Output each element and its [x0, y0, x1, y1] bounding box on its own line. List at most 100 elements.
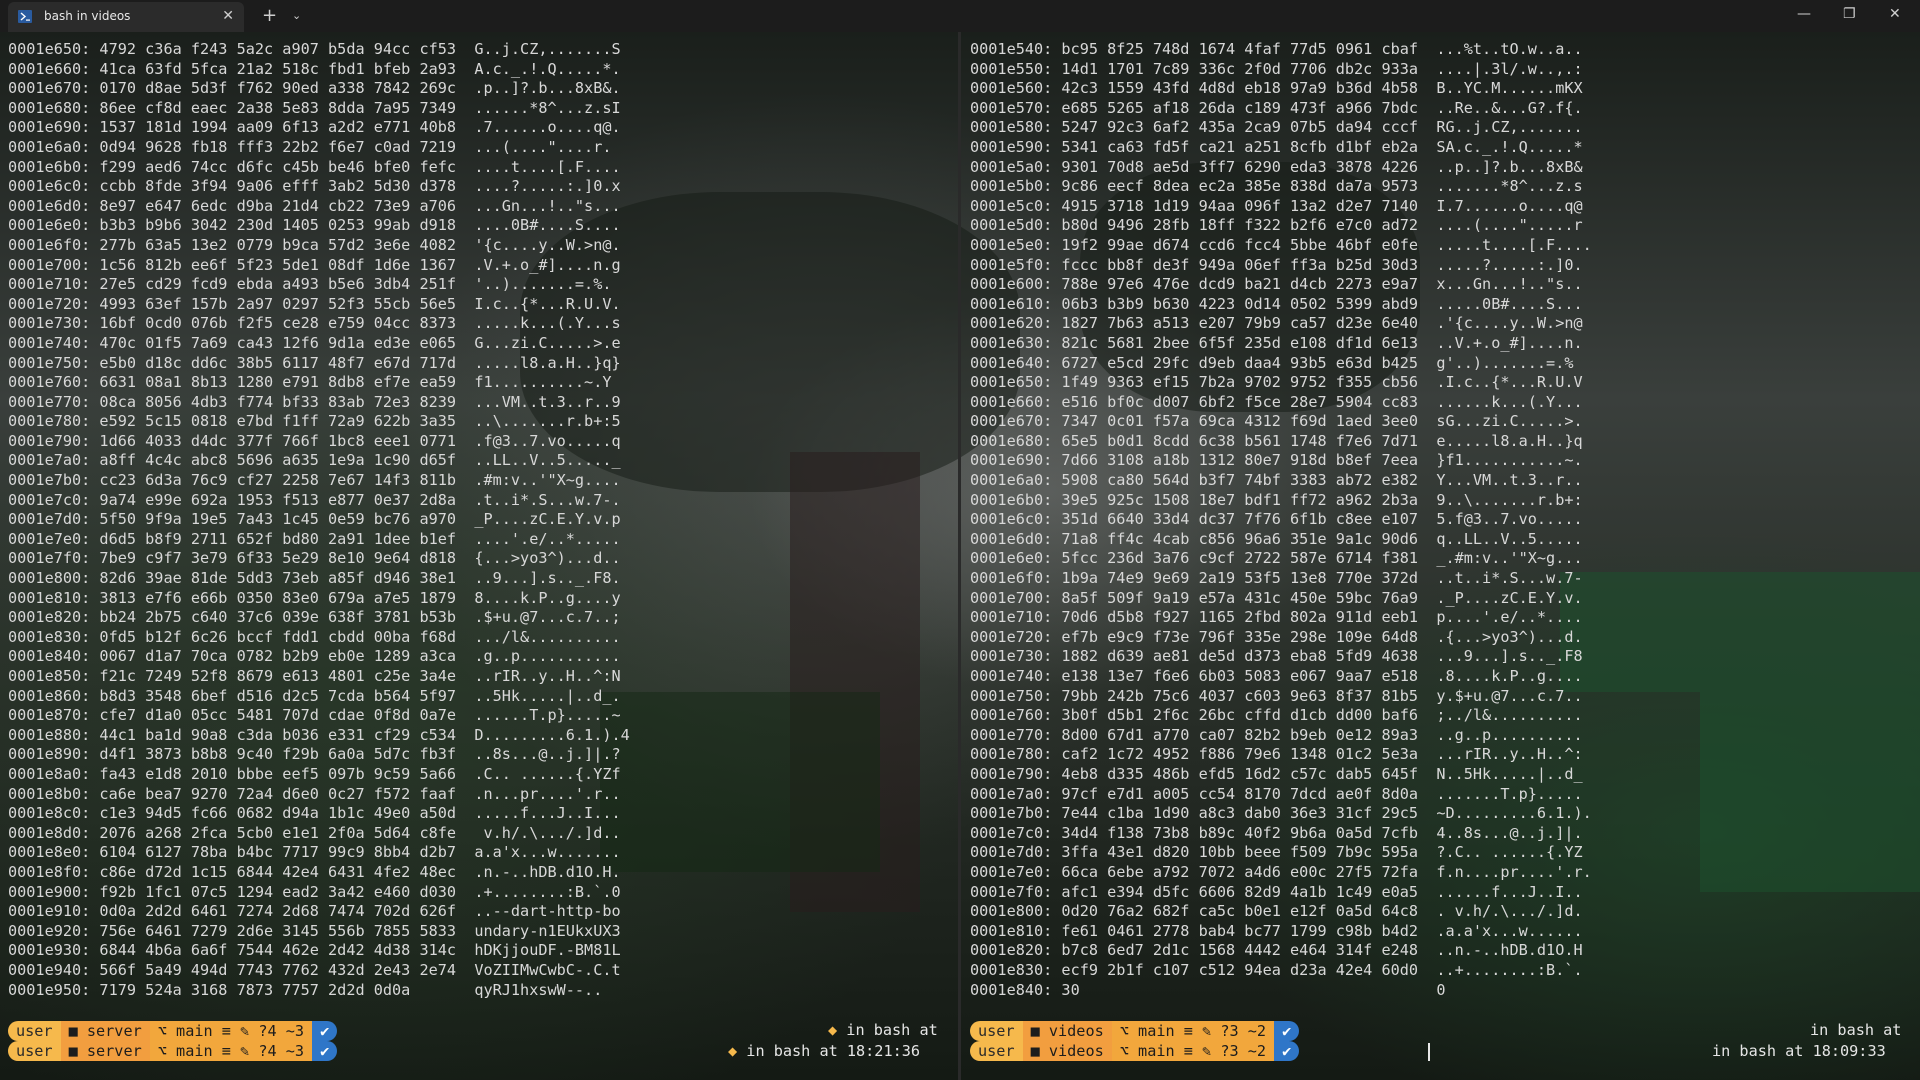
hexdump-line: 0001e820: b7c8 6ed7 2d1c 1568 4442 e464 …	[970, 941, 1583, 960]
hexdump-line: 0001e790: 1d66 4033 d4dc 377f 766f 1bc8 …	[8, 431, 621, 450]
hexdump-line: 0001e560: 42c3 1559 43fd 4d8d eb18 97a9 …	[970, 79, 1583, 98]
hexdump-line: 0001e8f0: c86e d72d 1c15 6844 42e4 6431 …	[8, 862, 621, 881]
hexdump-line: 0001e7d0: 5f50 9f9a 19e5 7a43 1c45 0e59 …	[8, 510, 621, 529]
new-tab-button[interactable]: +	[262, 5, 277, 26]
left-prompt-line-1: user ■ server ⌥ main ≡ ✎ ?4 ~3 ✔	[8, 1021, 338, 1041]
hexdump-line: 0001e800: 82d6 39ae 81de 5dd3 73eb a85f …	[8, 569, 621, 588]
hexdump-line: 0001e570: e685 5265 af18 26da c189 473f …	[970, 98, 1583, 117]
hexdump-line: 0001e660: 41ca 63fd 5fca 21a2 518c fbd1 …	[8, 59, 621, 78]
hexdump-line: 0001e840: 0067 d1a7 70ca 0782 b2b9 eb0e …	[8, 647, 621, 666]
hexdump-line: 0001e6e0: b3b3 b9b6 3042 230d 1405 0253 …	[8, 216, 621, 235]
hexdump-line: 0001e770: 08ca 8056 4db3 f774 bf33 83ab …	[8, 392, 621, 411]
hexdump-line: 0001e680: 86ee cf8d eaec 2a38 5e83 8dda …	[8, 98, 621, 117]
hexdump-line: 0001e740: e138 13e7 f6e6 6b03 5083 e067 …	[970, 667, 1583, 685]
prompt-status-ok: ✔	[312, 1021, 338, 1041]
hexdump-line: 0001e6d0: 8e97 e647 6edc d9ba 21d4 cb22 …	[8, 196, 621, 215]
hexdump-line: 0001e790: 4eb8 d335 486b efd5 16d2 c57c …	[970, 764, 1583, 783]
title-bar: bash in videos ✕ + ⌄ — ❐ ✕	[0, 0, 1920, 32]
prompt-folder: ■ videos	[1022, 1041, 1112, 1061]
hexdump-line: 0001e6a0: 0d94 9628 fb18 fff3 22b2 f6e7 …	[8, 137, 612, 156]
prompt-user: user	[8, 1021, 61, 1041]
tab-title: bash in videos	[44, 9, 131, 23]
hexdump-line: 0001e6b0: f299 aed6 74cc d6fc c45b be46 …	[8, 157, 621, 176]
hexdump-line: 0001e770: 8d00 67d1 a770 ca07 82b2 b9eb …	[970, 725, 1583, 744]
folder-icon: ■	[1030, 1022, 1049, 1040]
hexdump-line: 0001e640: 6727 e5cd 29fc d9eb daa4 93b5 …	[970, 353, 1574, 372]
prompt-user: user	[8, 1041, 61, 1061]
hexdump-line: 0001e580: 5247 92c3 6af2 435a 2ca9 07b5 …	[970, 118, 1583, 137]
tab-close-icon[interactable]: ✕	[222, 8, 234, 24]
folder-icon: ■	[68, 1042, 87, 1060]
tab-bash-in-videos[interactable]: bash in videos ✕	[8, 2, 244, 32]
prompt-git-branch: ⌥ main ≡ ✎ ?3 ~2	[1111, 1021, 1275, 1041]
left-pane-status-line-1: ◆ in bash at	[828, 1021, 938, 1039]
git-branch-icon: ⌥	[157, 1022, 177, 1040]
hexdump-line: 0001e650: 1f49 9363 ef15 7b2a 9702 9752 …	[970, 373, 1583, 392]
hexdump-line: 0001e7c0: 9a74 e99e 692a 1953 f513 e877 …	[8, 490, 621, 509]
text-cursor	[1428, 1043, 1430, 1061]
hexdump-line: 0001e880: 44c1 ba1d 90a8 c3da b036 e331 …	[8, 725, 630, 744]
left-pane-status-line-2: ◆ in bash at 18:21:36	[728, 1042, 921, 1060]
hexdump-line: 0001e550: 14d1 1701 7c89 336c 2f0d 7706 …	[970, 59, 1583, 78]
hexdump-line: 0001e6c0: 351d 6640 33d4 dc37 7f76 6f1b …	[970, 510, 1583, 529]
hexdump-line: 0001e680: 65e5 b0d1 8cdd 6c38 b561 1748 …	[970, 431, 1583, 450]
hexdump-line: 0001e780: caf2 1c72 4952 f886 79e6 1348 …	[970, 745, 1583, 764]
hexdump-line: 0001e630: 821c 5681 2bee 6f5f 235d e108 …	[970, 333, 1583, 352]
hexdump-line: 0001e900: f92b 1fc1 07c5 1294 ead2 3a42 …	[8, 882, 621, 901]
hexdump-line: 0001e540: bc95 8f25 748d 1674 4faf 77d5 …	[970, 40, 1583, 58]
prompt-status-ok: ✔	[1274, 1021, 1300, 1041]
terminal-icon	[18, 10, 32, 23]
close-window-button[interactable]: ✕	[1889, 6, 1901, 22]
hexdump-line: 0001e610: 06b3 b3b9 b630 4223 0d14 0502 …	[970, 294, 1583, 313]
hexdump-line: 0001e8b0: ca6e bea7 9270 72a4 d6e0 0c27 …	[8, 784, 621, 803]
right-terminal-pane[interactable]: 0001e540: bc95 8f25 748d 1674 4faf 77d5 …	[970, 40, 1910, 1000]
left-terminal-pane[interactable]: 0001e650: 4792 c36a f243 5a2c a907 b5da …	[8, 40, 948, 1000]
hexdump-line: 0001e730: 1882 d639 ae81 de5d d373 eba8 …	[970, 647, 1583, 666]
hexdump-line: 0001e780: e592 5c15 0818 e7bd f1ff 72a9 …	[8, 412, 621, 431]
hexdump-line: 0001e750: 79bb 242b 75c6 4037 c603 9e63 …	[970, 686, 1583, 705]
hexdump-line: 0001e810: 3813 e7f6 e66b 0350 83e0 679a …	[8, 588, 621, 607]
hexdump-line: 0001e720: ef7b e9c9 f73e 796f 335e 298e …	[970, 627, 1583, 646]
hexdump-line: 0001e950: 7179 524a 3168 7873 7757 2d2d …	[8, 980, 603, 999]
hexdump-line: 0001e670: 0170 d8ae 5d3f f762 90ed a338 …	[8, 79, 621, 98]
prompt-user: user	[970, 1021, 1023, 1041]
prompt-git-branch: ⌥ main ≡ ✎ ?4 ~3	[149, 1041, 313, 1061]
right-prompt-line-2[interactable]: user ■ videos ⌥ main ≡ ✎ ?3 ~2 ✔	[970, 1041, 1300, 1061]
hexdump-line: 0001e940: 566f 5a49 494d 7743 7762 432d …	[8, 960, 621, 979]
hexdump-line: 0001e700: 8a5f 509f 9a19 e57a 431c 450e …	[970, 588, 1583, 607]
hexdump-line: 0001e820: bb24 2b75 c640 37c6 039e 638f …	[8, 608, 621, 627]
right-prompt-line-1: user ■ videos ⌥ main ≡ ✎ ?3 ~2 ✔	[970, 1021, 1300, 1041]
hexdump-line: 0001e8c0: c1e3 94d5 fc66 0682 d94a 1b1c …	[8, 804, 621, 823]
hexdump-line: 0001e830: 0fd5 b12f 6c26 bccf fdd1 cbdd …	[8, 627, 621, 646]
hexdump-line: 0001e650: 4792 c36a f243 5a2c a907 b5da …	[8, 40, 621, 58]
hexdump-line: 0001e5e0: 19f2 99ae d674 ccd6 fcc4 5bbe …	[970, 235, 1592, 254]
tab-dropdown-icon[interactable]: ⌄	[292, 9, 301, 22]
hexdump-line: 0001e700: 1c56 812b ee6f 5f23 5de1 08df …	[8, 255, 621, 274]
hexdump-line: 0001e860: b8d3 3548 6bef d516 d2c5 7cda …	[8, 686, 621, 705]
hexdump-line: 0001e760: 3b0f d5b1 2f6c 26bc cffd d1cb …	[970, 706, 1583, 725]
hexdump-line: 0001e910: 0d0a 2d2d 6461 7274 2d68 7474 …	[8, 902, 621, 921]
prompt-folder: ■ server	[60, 1021, 150, 1041]
hexdump-line: 0001e7e0: 66ca 6ebe a792 7072 a4d6 e00c …	[970, 862, 1592, 881]
hexdump-line: 0001e6d0: 71a8 ff4c 4cab c856 96a6 351e …	[970, 529, 1583, 548]
hexdump-line: 0001e620: 1827 7b63 a513 e207 79b9 ca57 …	[970, 314, 1583, 333]
hexdump-line: 0001e750: e5b0 d18c dd6c 38b5 6117 48f7 …	[8, 353, 621, 372]
right-pane-status-line-2: in bash at 18:09:33	[1712, 1042, 1886, 1060]
git-branch-icon: ⌥	[157, 1042, 177, 1060]
minimize-button[interactable]: —	[1797, 6, 1811, 22]
prompt-status-ok: ✔	[1274, 1041, 1300, 1061]
hexdump-line: 0001e7b0: 7e44 c1ba 1d90 a8c3 dab0 36e3 …	[970, 804, 1592, 823]
hexdump-line: 0001e740: 470c 01f5 7a69 ca43 12f6 9d1a …	[8, 333, 621, 352]
hexdump-line: 0001e600: 788e 97e6 476e dcd9 ba21 d4cb …	[970, 275, 1583, 294]
pane-divider[interactable]	[958, 32, 961, 1080]
hexdump-line: 0001e5b0: 9c86 eecf 8dea ec2a 385e 838d …	[970, 177, 1583, 196]
hexdump-line: 0001e6f0: 277b 63a5 13e2 0779 b9ca 57d2 …	[8, 235, 621, 254]
prompt-git-branch: ⌥ main ≡ ✎ ?4 ~3	[149, 1021, 313, 1041]
hexdump-line: 0001e8d0: 2076 a268 2fca 5cb0 e1e1 2f0a …	[8, 823, 621, 842]
prompt-user: user	[970, 1041, 1023, 1061]
git-branch-icon: ⌥	[1119, 1042, 1139, 1060]
maximize-button[interactable]: ❐	[1843, 6, 1856, 22]
hexdump-line: 0001e800: 0d20 76a2 682f ca5c b0e1 e12f …	[970, 902, 1583, 921]
hexdump-line: 0001e7d0: 3ffa 43e1 d820 10bb beee f509 …	[970, 843, 1583, 862]
hexdump-line: 0001e7f0: afc1 e394 d5fc 6606 82d9 4a1b …	[970, 882, 1583, 901]
